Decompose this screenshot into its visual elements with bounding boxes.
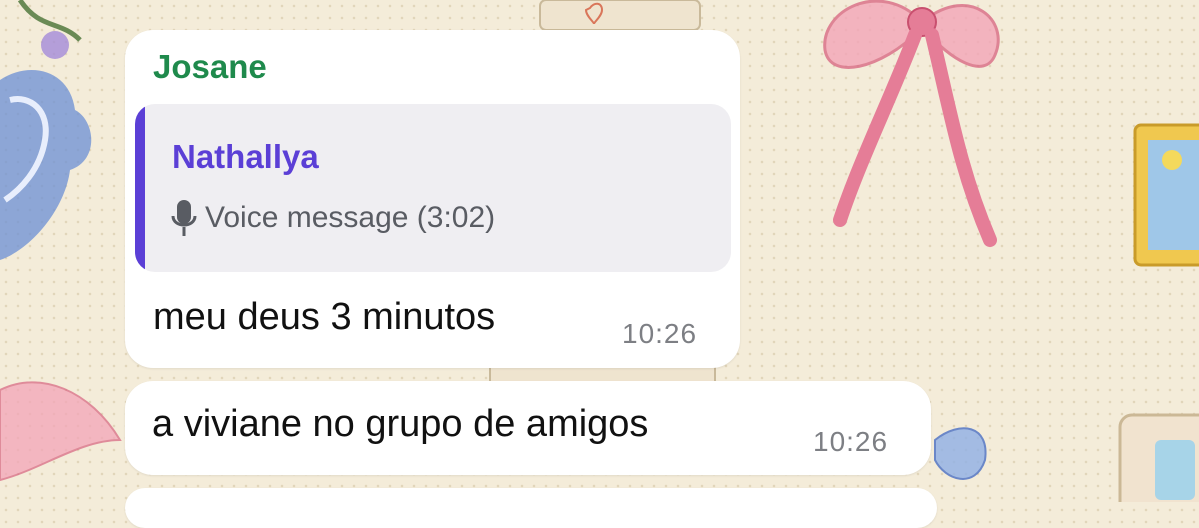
message-bubble[interactable] [125, 488, 937, 528]
message-text: a viviane no grupo de amigos [152, 403, 649, 445]
butterfly-illustration [934, 427, 987, 480]
vase-illustration [0, 0, 92, 260]
microphone-icon [171, 198, 197, 238]
reply-text: Voice message (3:02) [205, 201, 496, 234]
message-timestamp: 10:26 [622, 318, 698, 349]
card-illustration [1118, 413, 1199, 502]
message-bubble[interactable]: Josane Nathallya Voice message (3:02) me… [125, 30, 740, 368]
reply-author: Nathallya [172, 138, 319, 175]
message-timestamp: 10:26 [813, 426, 889, 457]
reply-accent-bar [135, 104, 145, 272]
jar-illustration [539, 0, 701, 31]
frame-illustration [1133, 123, 1199, 267]
bow-illustration [823, 0, 1000, 247]
reply-preview[interactable]: Nathallya Voice message (3:02) [135, 104, 731, 272]
wing-illustration [0, 381, 122, 482]
message-bubble[interactable]: a viviane no grupo de amigos 10:26 [125, 381, 931, 475]
reply-content: Voice message (3:02) [171, 198, 495, 238]
message-text: meu deus 3 minutos [153, 296, 496, 338]
sender-name[interactable]: Josane [153, 48, 267, 86]
